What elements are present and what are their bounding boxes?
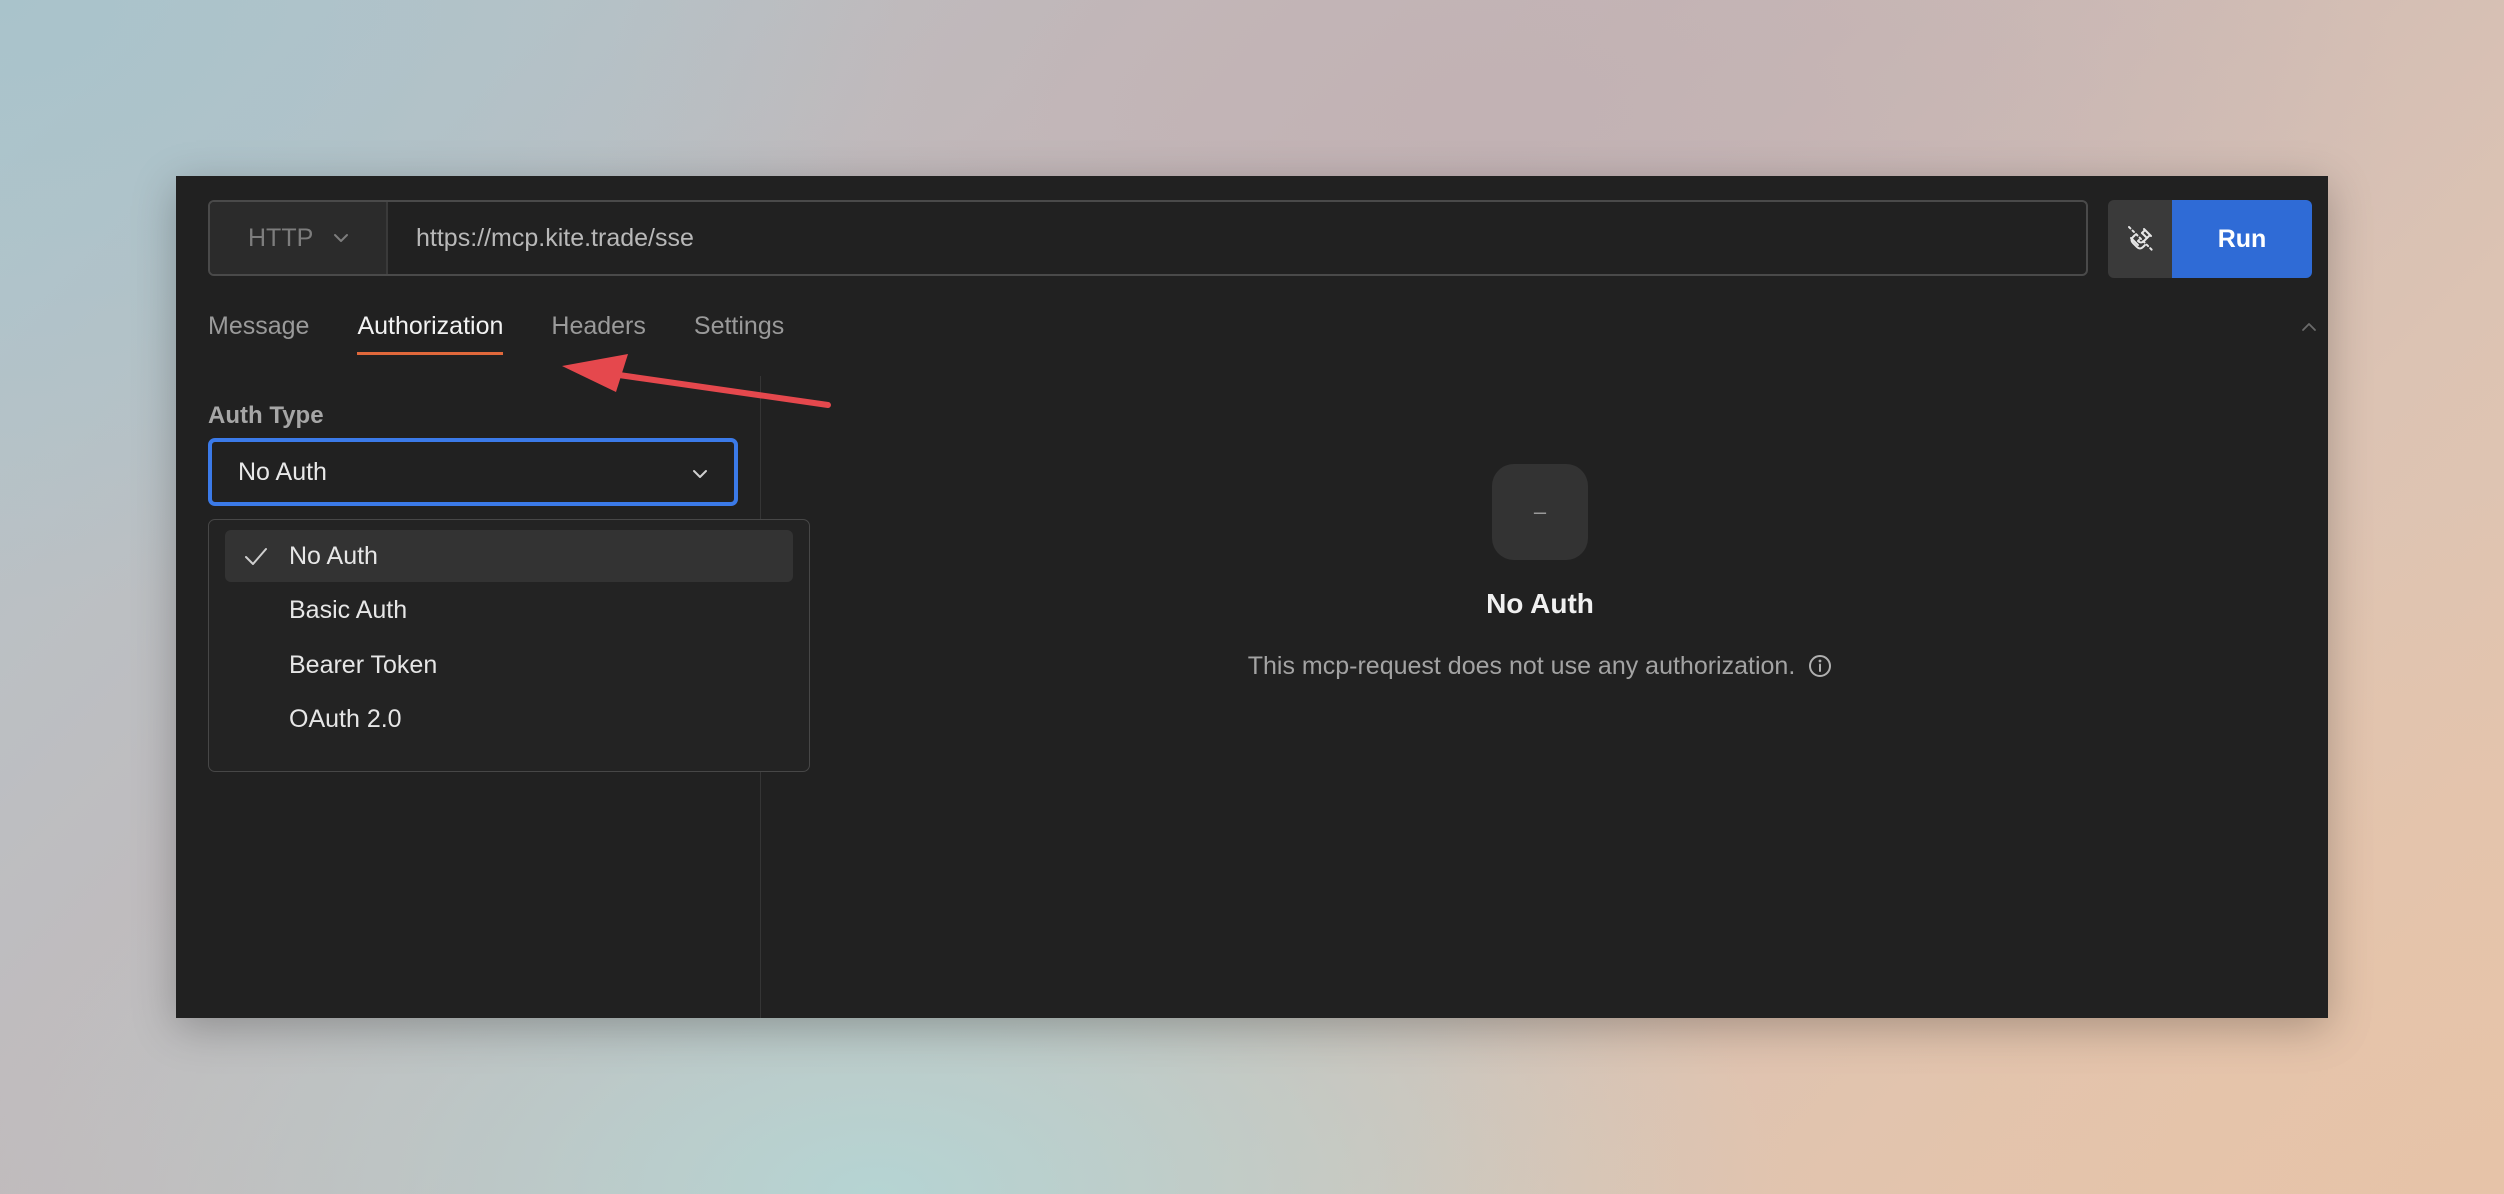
tab-headers[interactable]: Headers: [551, 312, 646, 355]
dropdown-item-bearer-token[interactable]: Bearer Token: [225, 639, 793, 691]
tab-bar: Message Authorization Headers Settings: [208, 312, 784, 355]
dropdown-item-label: No Auth: [289, 541, 378, 570]
auth-type-dropdown: No Auth Basic Auth Bearer Token OAuth 2.…: [208, 519, 810, 772]
no-auth-icon-glyph: –: [1533, 499, 1547, 524]
dropdown-item-no-auth[interactable]: No Auth: [225, 530, 793, 582]
empty-state-description: This mcp-request does not use any author…: [1120, 652, 1960, 681]
tab-authorization[interactable]: Authorization: [357, 312, 503, 355]
tab-message[interactable]: Message: [208, 312, 309, 355]
dropdown-item-oauth2[interactable]: OAuth 2.0: [225, 693, 793, 745]
method-label: HTTP: [248, 223, 314, 252]
method-select[interactable]: HTTP: [210, 202, 388, 274]
dropdown-item-basic-auth[interactable]: Basic Auth: [225, 584, 793, 636]
url-bar: HTTP: [208, 200, 2088, 276]
run-button[interactable]: Run: [2172, 200, 2312, 278]
dropdown-item-label: Basic Auth: [289, 595, 408, 624]
check-icon: [245, 548, 267, 565]
auth-type-value: No Auth: [238, 457, 327, 486]
auth-type-label: Auth Type: [208, 402, 324, 429]
dropdown-item-label: OAuth 2.0: [289, 704, 402, 733]
url-input[interactable]: [388, 201, 2086, 275]
request-window: HTTP Run Message Authorization Headers S…: [176, 176, 2328, 1018]
disconnect-plug-icon: [2128, 226, 2154, 252]
chevron-down-icon: [693, 470, 707, 478]
dropdown-item-label: Bearer Token: [289, 650, 438, 679]
chevron-down-icon: [334, 234, 349, 242]
info-icon[interactable]: [1808, 654, 1832, 678]
auth-type-select[interactable]: No Auth: [208, 438, 738, 506]
empty-state-title: No Auth: [1486, 588, 1594, 619]
tab-settings[interactable]: Settings: [694, 312, 784, 355]
empty-state-text: This mcp-request does not use any author…: [1247, 652, 1796, 680]
chevron-up-icon[interactable]: [2298, 316, 2320, 338]
disconnect-button[interactable]: [2108, 200, 2174, 278]
no-auth-icon: –: [1492, 464, 1588, 560]
